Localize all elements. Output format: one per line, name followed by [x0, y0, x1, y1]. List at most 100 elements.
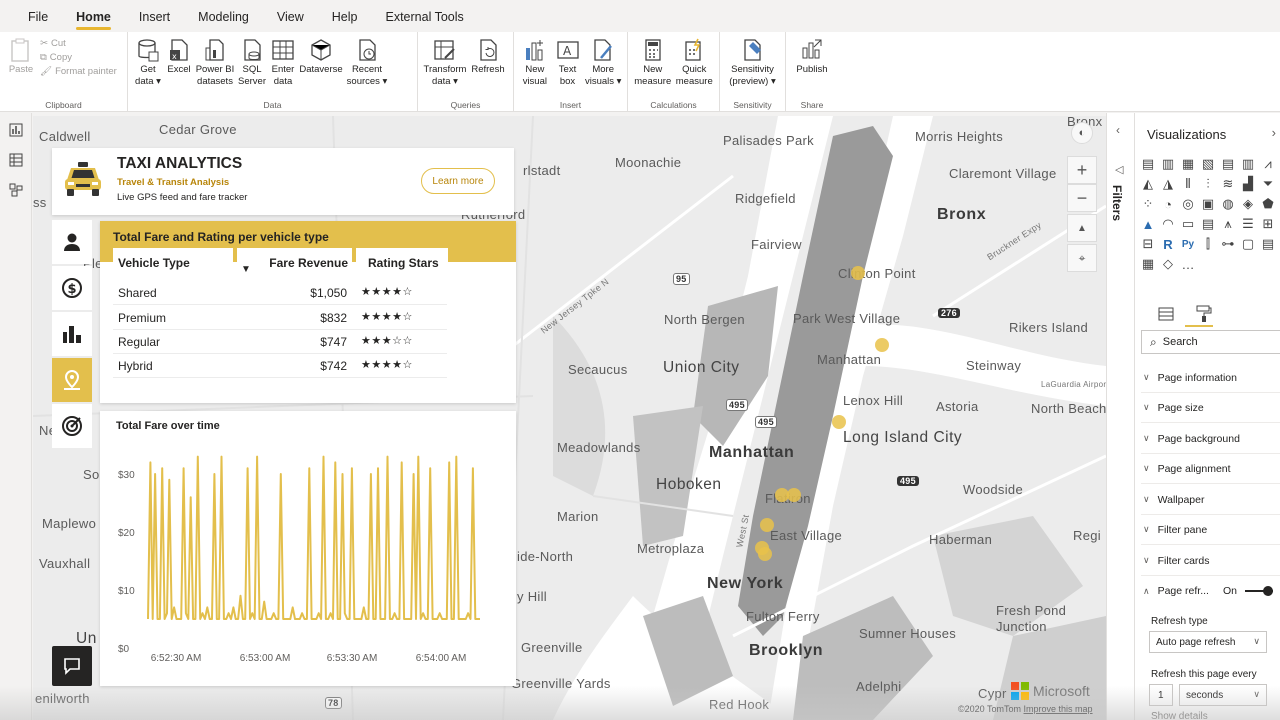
decomposition-tree-icon[interactable]: ⊶ — [1219, 235, 1237, 253]
tab-file[interactable]: File — [14, 0, 62, 32]
zoom-out-button[interactable]: − — [1067, 184, 1097, 212]
powerapps-icon[interactable]: ◇ — [1159, 255, 1177, 273]
section-page-refresh[interactable]: ∧ Page refr... On — [1141, 576, 1280, 606]
fare-series-line[interactable] — [147, 455, 480, 620]
table-row[interactable]: Shared $1,050 ★★★★☆ — [113, 281, 447, 305]
section-page-size[interactable]: ∨ Page size — [1141, 393, 1280, 423]
multi-card-icon[interactable]: ▤ — [1199, 215, 1217, 233]
locate-icon[interactable]: ⌖ — [1067, 244, 1097, 272]
target-nav-button[interactable] — [52, 404, 92, 448]
azure-map-icon[interactable]: ▲ — [1139, 215, 1157, 233]
stacked-column-icon[interactable]: ▦ — [1179, 155, 1197, 173]
fare-bubble[interactable] — [758, 547, 772, 561]
kpi-icon[interactable]: ⩚ — [1219, 215, 1237, 233]
table-row[interactable]: Premium $832 ★★★★☆ — [113, 306, 447, 330]
fare-bubble[interactable] — [851, 266, 865, 280]
zoom-in-button[interactable]: + — [1067, 156, 1097, 184]
pie-icon[interactable]: ◔ — [1159, 195, 1177, 213]
fare-bubble[interactable] — [760, 518, 774, 532]
column-100-icon[interactable]: ▥ — [1239, 155, 1257, 173]
table-row[interactable]: Regular $747 ★★★☆☆ — [113, 330, 447, 354]
clustered-bar-icon[interactable]: ▥ — [1159, 155, 1177, 173]
section-filter-cards[interactable]: ∨ Filter cards — [1141, 546, 1280, 576]
learn-more-button[interactable]: Learn more — [421, 168, 495, 194]
section-filter-pane[interactable]: ∨ Filter pane — [1141, 515, 1280, 545]
fare-rating-table[interactable]: Total Fare and Rating per vehicle type V… — [100, 221, 516, 403]
shape-map-icon[interactable]: ⬟ — [1259, 195, 1277, 213]
fare-over-time-chart[interactable]: Total Fare over time $0 $10 $20 $30 6:52:30 … — [100, 411, 516, 686]
treemap-icon[interactable]: ▣ — [1199, 195, 1217, 213]
collapse-viz-chevron-icon[interactable]: ‹ — [1116, 123, 1120, 137]
sort-descending-icon[interactable]: ▼ — [241, 264, 251, 275]
refresh-interval-input[interactable]: 1 — [1149, 684, 1173, 706]
matrix-icon[interactable]: ⊟ — [1139, 235, 1157, 253]
cut-button[interactable]: ✂ Cut — [40, 38, 117, 49]
tab-modeling[interactable]: Modeling — [184, 0, 263, 32]
fare-bubble[interactable] — [875, 338, 889, 352]
copy-button[interactable]: ⧉ Copy — [40, 52, 117, 63]
highway-shield: 95 — [673, 273, 690, 285]
section-page-information[interactable]: ∨ Page information — [1141, 363, 1280, 393]
chat-button[interactable] — [52, 646, 92, 686]
tilt-icon[interactable]: ▲ — [1067, 214, 1097, 242]
line-clustered-icon[interactable]: ⫶ — [1199, 175, 1217, 193]
funnel-icon[interactable]: ⏷ — [1259, 175, 1277, 193]
donut-icon[interactable]: ◎ — [1179, 195, 1197, 213]
stacked-bar-icon[interactable]: ▤ — [1139, 155, 1157, 173]
section-page-background[interactable]: ∨ Page background — [1141, 424, 1280, 454]
qa-icon[interactable]: ▢ — [1239, 235, 1257, 253]
more-visuals-icon[interactable]: … — [1179, 255, 1197, 273]
refresh-unit-dropdown[interactable]: seconds ∨ — [1179, 684, 1267, 706]
waterfall-icon[interactable]: ▟ — [1239, 175, 1257, 193]
filled-map-icon[interactable]: ◈ — [1239, 195, 1257, 213]
expand-chevron-icon[interactable]: › — [1272, 125, 1276, 140]
ribbon-chart-icon[interactable]: ≋ — [1219, 175, 1237, 193]
tab-home[interactable]: Home — [62, 0, 125, 32]
refresh-type-dropdown[interactable]: Auto page refresh ∨ — [1149, 631, 1267, 653]
map-icon[interactable]: ◍ — [1219, 195, 1237, 213]
section-page-alignment[interactable]: ∨ Page alignment — [1141, 454, 1280, 484]
bar-100-icon[interactable]: ▤ — [1219, 155, 1237, 173]
line-chart-icon[interactable]: ⩘ — [1259, 155, 1277, 173]
data-view-icon[interactable] — [0, 145, 32, 175]
user-nav-button[interactable] — [52, 220, 92, 264]
table-icon[interactable]: ⊞ — [1259, 215, 1277, 233]
fields-tab-icon[interactable] — [1155, 303, 1177, 325]
show-details-link[interactable]: Show details — [1151, 711, 1208, 720]
tab-external-tools[interactable]: External Tools — [371, 0, 477, 32]
chart-nav-button[interactable] — [52, 312, 92, 356]
map-label: Cedar Grove — [159, 122, 237, 137]
visualizations-title: Visualizations — [1147, 127, 1227, 142]
table-row[interactable]: Hybrid $742 ★★★★☆ — [113, 354, 447, 378]
tab-help[interactable]: Help — [318, 0, 372, 32]
stacked-area-icon[interactable]: ◮ — [1159, 175, 1177, 193]
fare-bubble[interactable] — [832, 415, 846, 429]
map-nav-button[interactable] — [52, 358, 92, 402]
r-visual-icon[interactable]: R — [1159, 235, 1177, 253]
gauge-icon[interactable]: ◠ — [1159, 215, 1177, 233]
paginated-icon[interactable]: ▦ — [1139, 255, 1157, 273]
improve-map-link[interactable]: Improve this map — [1024, 704, 1093, 714]
tab-insert[interactable]: Insert — [125, 0, 184, 32]
area-chart-icon[interactable]: ◭ — [1139, 175, 1157, 193]
key-influencers-icon[interactable]: ⫿ — [1199, 235, 1217, 253]
python-visual-icon[interactable]: Py — [1179, 235, 1197, 253]
model-view-icon[interactable] — [0, 175, 32, 205]
dollar-nav-button[interactable]: $ — [52, 266, 92, 310]
card-icon[interactable]: ▭ — [1179, 215, 1197, 233]
tab-view[interactable]: View — [263, 0, 318, 32]
filters-pane-label[interactable]: Filters — [1110, 185, 1124, 221]
clustered-column-icon[interactable]: ▧ — [1199, 155, 1217, 173]
format-painter-button[interactable]: 🖌 Format painter — [40, 66, 117, 77]
section-wallpaper[interactable]: ∨ Wallpaper — [1141, 485, 1280, 515]
line-column-icon[interactable]: ⫴ — [1179, 175, 1197, 193]
narrative-icon[interactable]: ▤ — [1259, 235, 1277, 253]
fare-bubble[interactable] — [787, 488, 801, 502]
slicer-icon[interactable]: ☰ — [1239, 215, 1257, 233]
scatter-icon[interactable]: ⁘ — [1139, 195, 1157, 213]
page-refresh-toggle[interactable] — [1244, 585, 1273, 597]
format-search-input[interactable]: ⌕ Search — [1141, 330, 1280, 354]
format-paint-roller-icon[interactable] — [1193, 303, 1215, 325]
report-view-icon[interactable] — [0, 115, 32, 145]
compass-icon[interactable]: ◐ — [1071, 122, 1093, 144]
